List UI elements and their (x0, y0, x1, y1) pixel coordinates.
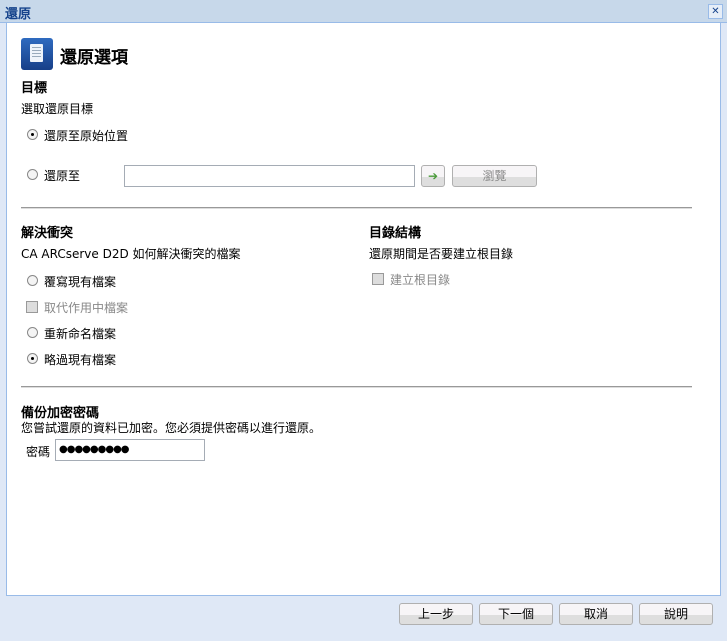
page-title: 還原選項 (60, 48, 128, 68)
close-icon[interactable]: ✕ (708, 4, 723, 19)
restore-original-label[interactable]: 還原至原始位置 (44, 127, 128, 144)
divider (21, 207, 692, 209)
window-title: 還原 (5, 7, 32, 22)
radio-rename[interactable] (27, 327, 38, 338)
restore-path-input[interactable] (124, 165, 415, 187)
next-button[interactable]: 下一個 (479, 603, 553, 625)
radio-overwrite[interactable] (27, 275, 38, 286)
password-input[interactable]: ●●●●●●●●● (55, 439, 205, 461)
conflict-description: CA ARCserve D2D 如何解決衝突的檔案 (21, 247, 241, 261)
create-root-checkbox[interactable] (372, 273, 384, 285)
restore-options-panel: 還原選項 目標 選取還原目標 還原至原始位置 還原至 ➔ 瀏覽 解決衝突 CA … (6, 23, 721, 596)
go-arrow-button[interactable]: ➔ (421, 165, 445, 187)
title-bar: 還原 ✕ (0, 0, 727, 23)
directory-heading: 目錄結構 (369, 226, 422, 241)
replace-active-label[interactable]: 取代作用中檔案 (44, 299, 128, 316)
browse-button[interactable]: 瀏覽 (452, 165, 537, 187)
arrow-right-icon: ➔ (427, 169, 439, 183)
skip-label[interactable]: 略過現有檔案 (44, 351, 116, 368)
encryption-description: 您嘗試還原的資料已加密。您必須提供密碼以進行還原。 (21, 421, 322, 435)
divider (21, 386, 692, 388)
create-root-label[interactable]: 建立根目錄 (390, 271, 450, 288)
rename-label[interactable]: 重新命名檔案 (44, 325, 116, 342)
restore-to-label[interactable]: 還原至 (44, 167, 80, 184)
password-label: 密碼 (26, 445, 51, 459)
help-button[interactable]: 說明 (639, 603, 713, 625)
overwrite-label[interactable]: 覆寫現有檔案 (44, 273, 116, 290)
directory-description: 還原期間是否要建立根目錄 (369, 247, 514, 261)
radio-restore-to[interactable] (27, 169, 38, 180)
document-icon (21, 38, 53, 70)
conflict-heading: 解決衝突 (21, 226, 74, 241)
back-button[interactable]: 上一步 (399, 603, 473, 625)
radio-restore-original[interactable] (27, 129, 38, 140)
destination-subheading: 選取還原目標 (21, 102, 94, 116)
replace-active-checkbox[interactable] (26, 301, 38, 313)
destination-heading: 目標 (21, 81, 48, 96)
radio-skip[interactable] (27, 353, 38, 364)
cancel-button[interactable]: 取消 (559, 603, 633, 625)
